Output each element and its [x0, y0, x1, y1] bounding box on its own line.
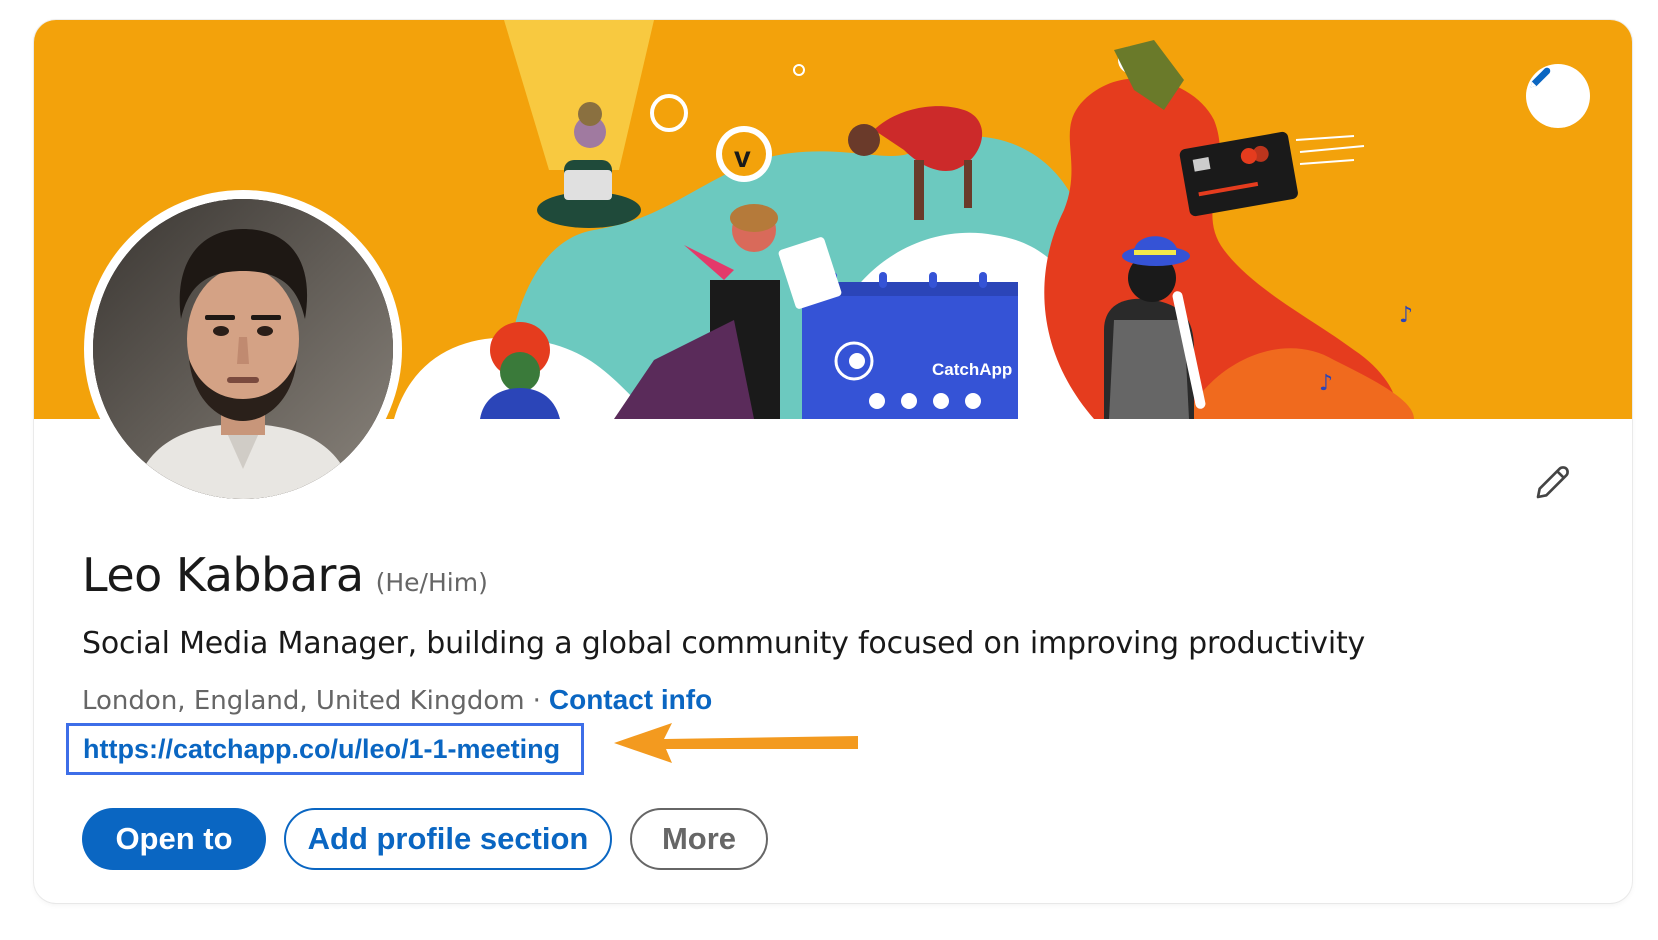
name-row: Leo Kabbara (He/Him)	[82, 548, 488, 602]
svg-text:♪: ♪	[1399, 303, 1413, 328]
contact-info-link[interactable]: Contact info	[549, 684, 712, 715]
edit-banner-button[interactable]	[1526, 64, 1590, 128]
website-highlight-box: https://catchapp.co/u/leo/1-1-meeting	[66, 723, 584, 775]
svg-text:v: v	[734, 141, 751, 174]
website-link[interactable]: https://catchapp.co/u/leo/1-1-meeting	[83, 734, 560, 765]
profile-headline: Social Media Manager, building a global …	[82, 626, 1366, 661]
profile-name: Leo Kabbara	[82, 548, 364, 602]
pencil-outline-icon	[1533, 462, 1573, 507]
avatar[interactable]	[84, 190, 402, 508]
profile-location: London, England, United Kingdom	[82, 686, 525, 716]
open-to-button[interactable]: Open to	[82, 808, 266, 870]
banner-brand-label: CatchApp	[932, 360, 1013, 379]
annotation-arrow	[614, 723, 858, 763]
separator-dot: ·	[532, 686, 541, 716]
more-button[interactable]: More	[630, 808, 768, 870]
add-profile-section-button[interactable]: Add profile section	[284, 808, 612, 870]
svg-text:♪: ♪	[1319, 371, 1333, 396]
profile-card: v ♪ ♪ CatchApp Leo Kabbara (He/Him) Soci…	[34, 20, 1632, 903]
location-row: London, England, United Kingdom · Contact …	[82, 684, 712, 716]
avatar-photo	[93, 199, 393, 499]
profile-pronouns: (He/Him)	[375, 568, 488, 597]
edit-profile-button[interactable]	[1527, 458, 1579, 510]
